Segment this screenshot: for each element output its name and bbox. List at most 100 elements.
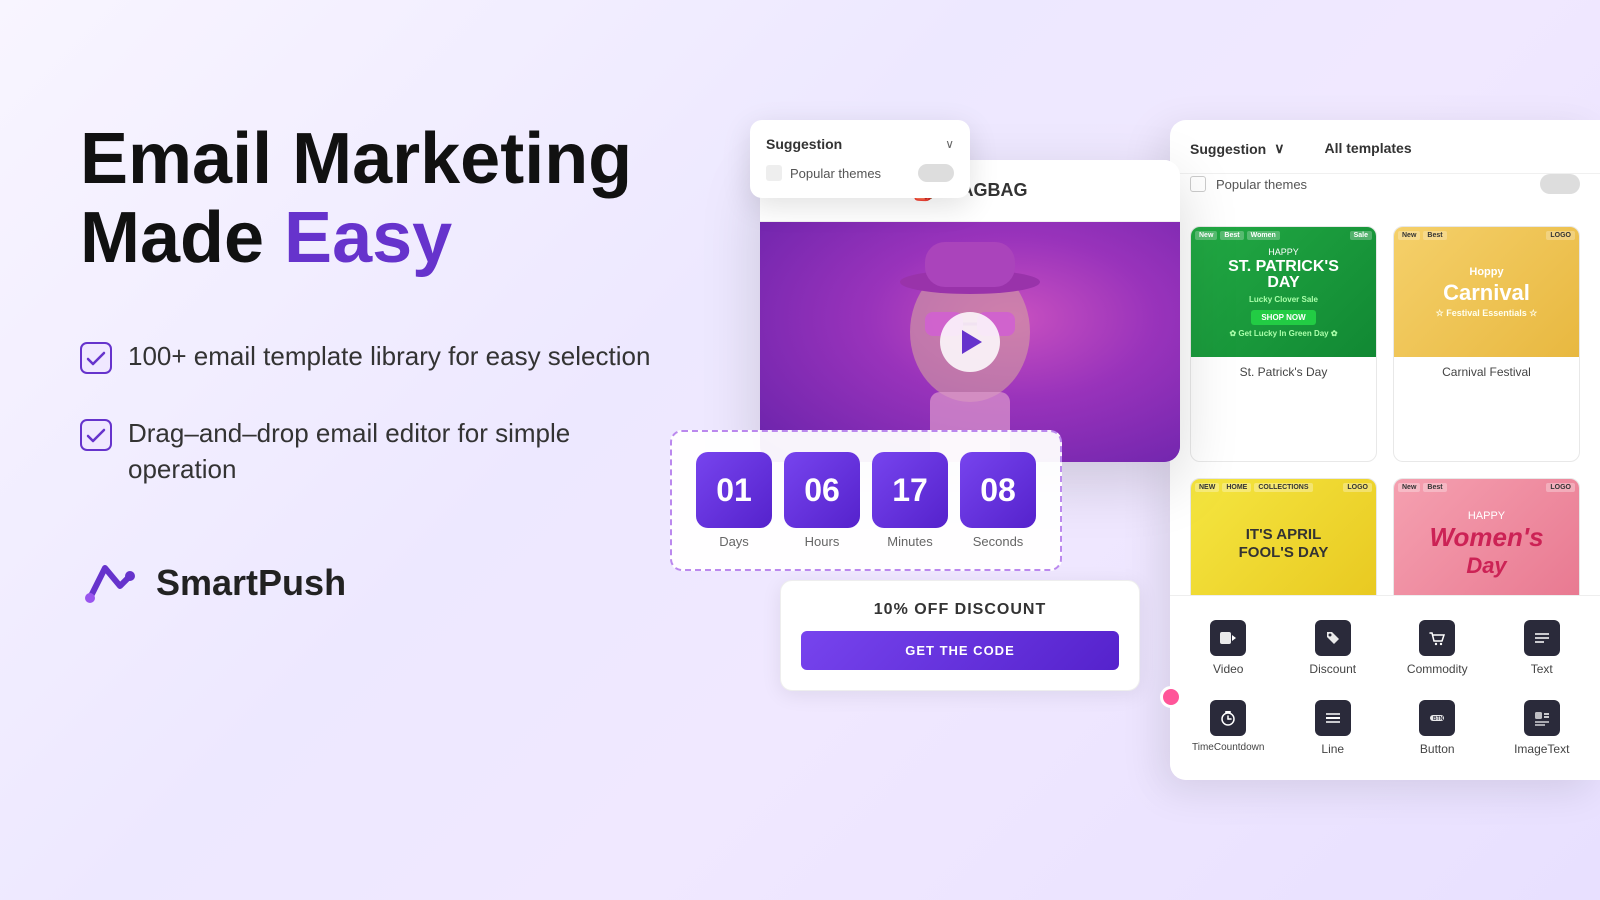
headline-line2-prefix: Made — [80, 198, 284, 278]
play-triangle-icon — [962, 330, 982, 354]
toolbar-label-button: Button — [1420, 742, 1455, 756]
countdown-minutes-label: Minutes — [887, 534, 933, 549]
check-icon-1 — [80, 342, 112, 374]
popular-themes-label: Popular themes — [790, 166, 881, 181]
email-preview-card: 🎒 BAGBAG — [760, 160, 1180, 462]
countdown-hours-box: 06 — [784, 452, 860, 528]
toolbar-label-timecountdown: TimeCountdown — [1192, 742, 1264, 753]
features-list: 100+ email template library for easy sel… — [80, 338, 680, 487]
toolbar-item-video[interactable]: Video — [1180, 612, 1277, 684]
template-img-carnival: New Best LOGO Hoppy Carnival ☆ Festival … — [1394, 227, 1579, 357]
smartpush-logo-icon — [80, 558, 140, 608]
toolbar-label-imagetext: ImageText — [1514, 742, 1569, 756]
suggestion-panel: Suggestion ∨ Popular themes — [750, 120, 970, 198]
template-panel: Suggestion ∨ All templates Popular theme… — [1170, 120, 1600, 780]
toolbar-item-timecountdown[interactable]: TimeCountdown — [1180, 692, 1277, 764]
popular-toggle[interactable] — [1540, 174, 1580, 194]
toolbar-item-text[interactable]: Text — [1494, 612, 1591, 684]
headline: Email Marketing Made Easy — [80, 120, 680, 278]
toolbar-item-discount[interactable]: Discount — [1285, 612, 1382, 684]
tag-new: New — [1195, 231, 1217, 240]
check-icon-2 — [80, 419, 112, 451]
feature-text-2: Drag–and–drop email editor for simple op… — [128, 415, 680, 488]
carnival-tags-row: New Best LOGO — [1398, 231, 1575, 240]
template-name-carnival: Carnival Festival — [1394, 357, 1579, 387]
template-card-st-patrick[interactable]: New Best Women Sale HAPPY ST. PATRICK'SD… — [1190, 226, 1377, 462]
suggestion-dropdown[interactable]: Suggestion ∨ — [1190, 140, 1284, 157]
discount-title: 10% OFF DISCOUNT — [801, 601, 1119, 619]
all-templates-label: All templates — [1324, 140, 1411, 157]
discount-icon-svg — [1324, 629, 1342, 647]
popular-checkbox[interactable] — [1190, 176, 1206, 192]
headline-line1: Email Marketing — [80, 119, 632, 199]
st-patrick-content: HAPPY ST. PATRICK'SDAY Lucky Clover Sale… — [1218, 237, 1349, 348]
womens-tag-best: Best — [1423, 483, 1446, 492]
right-section: Suggestion ∨ Popular themes 🎒 BAGBAG — [700, 0, 1600, 900]
popular-label: Popular themes — [1216, 177, 1307, 192]
text-icon — [1524, 620, 1560, 656]
imagetext-icon — [1524, 700, 1560, 736]
st-patrick-happy: HAPPY — [1228, 247, 1339, 257]
countdown-hours: 06 Hours — [784, 452, 860, 549]
template-card-carnival[interactable]: New Best LOGO Hoppy Carnival ☆ Festival … — [1393, 226, 1580, 462]
toolbar-item-commodity[interactable]: Commodity — [1389, 612, 1486, 684]
suggestion-row: Suggestion ∨ — [766, 136, 954, 152]
timecountdown-icon-svg — [1219, 709, 1237, 727]
toolbar-label-text: Text — [1531, 662, 1553, 676]
popular-themes-bar: Popular themes — [1170, 174, 1600, 210]
play-button[interactable] — [940, 312, 1000, 372]
suggestion-chevron-icon: ∨ — [1274, 140, 1284, 157]
carnival-hoppy: Hoppy — [1436, 266, 1538, 278]
bottom-toolbar: Video Discount — [1170, 595, 1600, 780]
toolbar-item-button[interactable]: BTN Button — [1389, 692, 1486, 764]
template-name-st-patrick: St. Patrick's Day — [1191, 357, 1376, 387]
popular-themes-checkbox[interactable] — [766, 165, 782, 181]
connector-dot — [1160, 686, 1182, 708]
button-icon: BTN — [1419, 700, 1455, 736]
april-tag-collections: COLLECTIONS — [1254, 483, 1312, 492]
april-tag-home: HOME — [1222, 483, 1251, 492]
discount-icon — [1315, 620, 1351, 656]
toolbar-item-imagetext[interactable]: ImageText — [1494, 692, 1591, 764]
april-main: IT'S APRILFOOL'S DAY — [1239, 526, 1329, 562]
template-img-womens-day: New Best LOGO HAPPY Women's Day — [1394, 479, 1579, 609]
popular-themes-toggle[interactable] — [918, 164, 954, 182]
womens-day-text: Day — [1429, 553, 1543, 579]
line-icon-svg — [1324, 709, 1342, 727]
countdown-seconds-box: 08 — [960, 452, 1036, 528]
left-section: Email Marketing Made Easy 100+ email tem… — [80, 120, 680, 608]
get-code-button[interactable]: GET THE CODE — [801, 631, 1119, 670]
womens-happy: HAPPY — [1429, 510, 1543, 522]
timecountdown-icon — [1210, 700, 1246, 736]
carnival-sub: ☆ Festival Essentials ☆ — [1436, 308, 1538, 319]
st-patrick-footer: ✿ Get Lucky In Green Day ✿ — [1228, 329, 1339, 338]
template-img-st-patrick: New Best Women Sale HAPPY ST. PATRICK'SD… — [1191, 227, 1376, 357]
toolbar-item-line[interactable]: Line — [1285, 692, 1382, 764]
video-icon — [1210, 620, 1246, 656]
commodity-icon — [1419, 620, 1455, 656]
suggestion-dropdown-arrow[interactable]: ∨ — [945, 137, 954, 151]
carnival-tag-logo: LOGO — [1546, 231, 1575, 240]
tag-sale: Sale — [1350, 231, 1372, 240]
st-patrick-sub: Lucky Clover Sale — [1228, 295, 1339, 304]
countdown-seconds: 08 Seconds — [960, 452, 1036, 549]
discount-card: 10% OFF DISCOUNT GET THE CODE — [780, 580, 1140, 691]
countdown-days-label: Days — [719, 534, 749, 549]
logo-text: SmartPush — [156, 562, 346, 604]
svg-text:BTN: BTN — [1433, 716, 1444, 722]
commodity-icon-svg — [1428, 629, 1446, 647]
toolbar-label-discount: Discount — [1309, 662, 1356, 676]
toolbar-label-video: Video — [1213, 662, 1243, 676]
womens-tag-logo: LOGO — [1546, 483, 1575, 492]
carnival-tag-best: Best — [1423, 231, 1446, 240]
april-tags-row: NEW HOME COLLECTIONS LOGO — [1195, 483, 1372, 492]
countdown-days-box: 01 — [696, 452, 772, 528]
countdown-minutes: 17 Minutes — [872, 452, 948, 549]
button-icon-svg: BTN — [1428, 709, 1446, 727]
video-icon-svg — [1219, 629, 1237, 647]
april-tag-new: NEW — [1195, 483, 1219, 492]
st-patrick-main: ST. PATRICK'SDAY — [1228, 259, 1339, 291]
countdown-section: 01 Days 06 Hours 17 Minutes 08 Seconds — [670, 430, 1062, 571]
feature-item-2: Drag–and–drop email editor for simple op… — [80, 415, 680, 488]
imagetext-icon-svg — [1533, 709, 1551, 727]
